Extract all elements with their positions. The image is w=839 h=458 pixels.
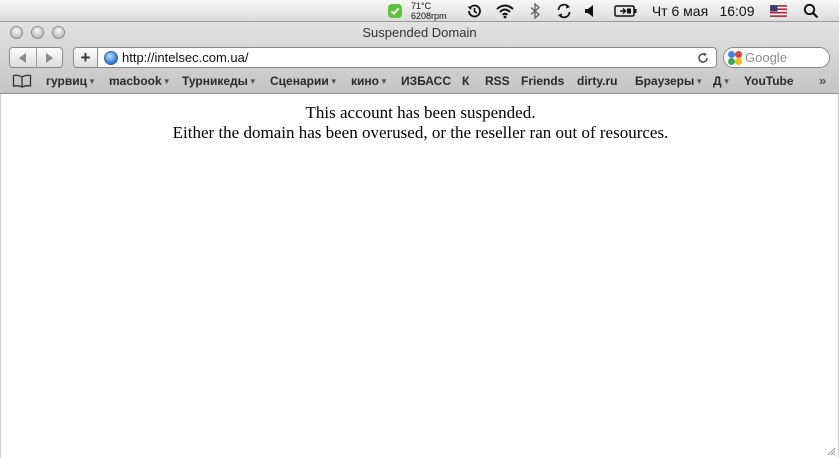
bookmark-label: гурвиц xyxy=(46,74,87,88)
menu-arrow-icon: ▼ xyxy=(329,76,338,86)
volume-icon[interactable] xyxy=(582,0,598,22)
bookmark-izbass[interactable]: ИЗБАСС xyxy=(401,74,451,88)
bookmarks-bar: гурвиц ▼ macbook ▼ Турникеды ▼ Сценарии ▼ ки… xyxy=(0,70,839,94)
google-search-icon xyxy=(728,50,742,65)
add-bookmark-button[interactable]: + xyxy=(73,47,98,68)
menubar-clock[interactable]: 16:09 xyxy=(716,0,758,22)
bookmark-label: кино xyxy=(351,74,379,88)
bookmark-label: macbook xyxy=(109,74,162,88)
reload-button[interactable] xyxy=(694,52,712,64)
battery-icon[interactable] xyxy=(613,0,639,22)
bookmark-folder-gurvic[interactable]: гурвиц ▼ xyxy=(46,74,96,88)
bluetooth-icon[interactable] xyxy=(526,0,544,22)
bookmark-label: RSS xyxy=(485,74,510,88)
reading-list-icon[interactable] xyxy=(12,74,32,91)
bookmark-label: Турникеды xyxy=(182,74,248,88)
bookmark-rss[interactable]: RSS xyxy=(485,74,510,88)
back-arrow-icon xyxy=(19,52,27,63)
bookmark-label: Friends xyxy=(521,74,565,88)
bookmarks-overflow-chevron-icon[interactable]: » xyxy=(819,73,826,88)
temperature-readout[interactable]: 71°C 6208rpm xyxy=(411,0,457,22)
sync-icon[interactable] xyxy=(554,0,574,22)
bookmark-folder-browsers[interactable]: Браузеры ▼ xyxy=(635,74,703,88)
page-content: This account has been suspended. Either … xyxy=(0,94,839,458)
bookmark-k[interactable]: К xyxy=(462,74,469,88)
search-field[interactable]: Google xyxy=(723,47,830,68)
bookmark-label: Браузеры xyxy=(635,74,695,88)
bookmark-label: YouTube xyxy=(744,74,794,88)
url-text: http://intelsec.com.ua/ xyxy=(122,50,249,65)
plus-icon: + xyxy=(80,47,91,67)
address-bar[interactable]: http://intelsec.com.ua/ xyxy=(97,47,717,68)
us-flag-icon[interactable] xyxy=(768,0,788,22)
bookmark-label: ИЗБАСС xyxy=(401,74,452,88)
suspended-message-detail: Either the domain has been overused, or … xyxy=(172,123,669,142)
bookmark-folder-d[interactable]: Д ▼ xyxy=(713,74,730,88)
browser-toolbar: Suspended Domain + http://intelsec.com.u… xyxy=(0,22,839,94)
suspended-message-heading: This account has been suspended. xyxy=(305,103,536,122)
bookmark-label: dirty.ru xyxy=(577,74,618,88)
system-menu-bar: 71°C 6208rpm Чт 6 мая 16:09 xyxy=(0,0,839,22)
navigation-buttons xyxy=(9,47,63,68)
menu-arrow-icon: ▼ xyxy=(162,76,171,86)
spotlight-icon[interactable] xyxy=(801,0,821,22)
bookmark-folder-macbook[interactable]: macbook ▼ xyxy=(109,74,171,88)
forward-button[interactable] xyxy=(35,48,63,67)
bookmark-folder-kino[interactable]: кино ▼ xyxy=(351,74,388,88)
fan-speed-value: 6208rpm xyxy=(411,11,447,21)
time-machine-icon[interactable] xyxy=(464,0,484,22)
temperature-value: 71°C xyxy=(411,1,432,11)
menu-arrow-icon: ▼ xyxy=(379,76,388,86)
wifi-icon[interactable] xyxy=(494,0,516,22)
back-button[interactable] xyxy=(10,48,36,67)
menu-arrow-icon: ▼ xyxy=(248,76,257,86)
app-status-icon[interactable] xyxy=(386,0,404,22)
menu-arrow-icon: ▼ xyxy=(722,76,731,86)
bookmark-folder-scenarii[interactable]: Сценарии ▼ xyxy=(270,74,338,88)
window-title: Suspended Domain xyxy=(362,25,477,40)
bookmark-friends[interactable]: Friends xyxy=(521,74,564,88)
menu-arrow-icon: ▼ xyxy=(695,76,704,86)
bookmark-label: Д xyxy=(713,74,722,88)
reload-icon xyxy=(698,52,708,63)
menu-arrow-icon: ▼ xyxy=(87,76,96,86)
resize-grip-icon[interactable] xyxy=(826,446,836,456)
bookmark-label: К xyxy=(462,74,470,88)
bookmark-dirty[interactable]: dirty.ru xyxy=(577,74,617,88)
search-placeholder: Google xyxy=(745,50,787,65)
bookmark-youtube[interactable]: YouTube xyxy=(744,74,794,88)
bookmark-folder-turnikedy[interactable]: Турникеды ▼ xyxy=(182,74,257,88)
bookmark-label: Сценарии xyxy=(270,74,329,88)
menubar-date[interactable]: Чт 6 мая xyxy=(647,0,713,22)
globe-icon xyxy=(104,50,118,65)
forward-arrow-icon xyxy=(45,52,53,63)
